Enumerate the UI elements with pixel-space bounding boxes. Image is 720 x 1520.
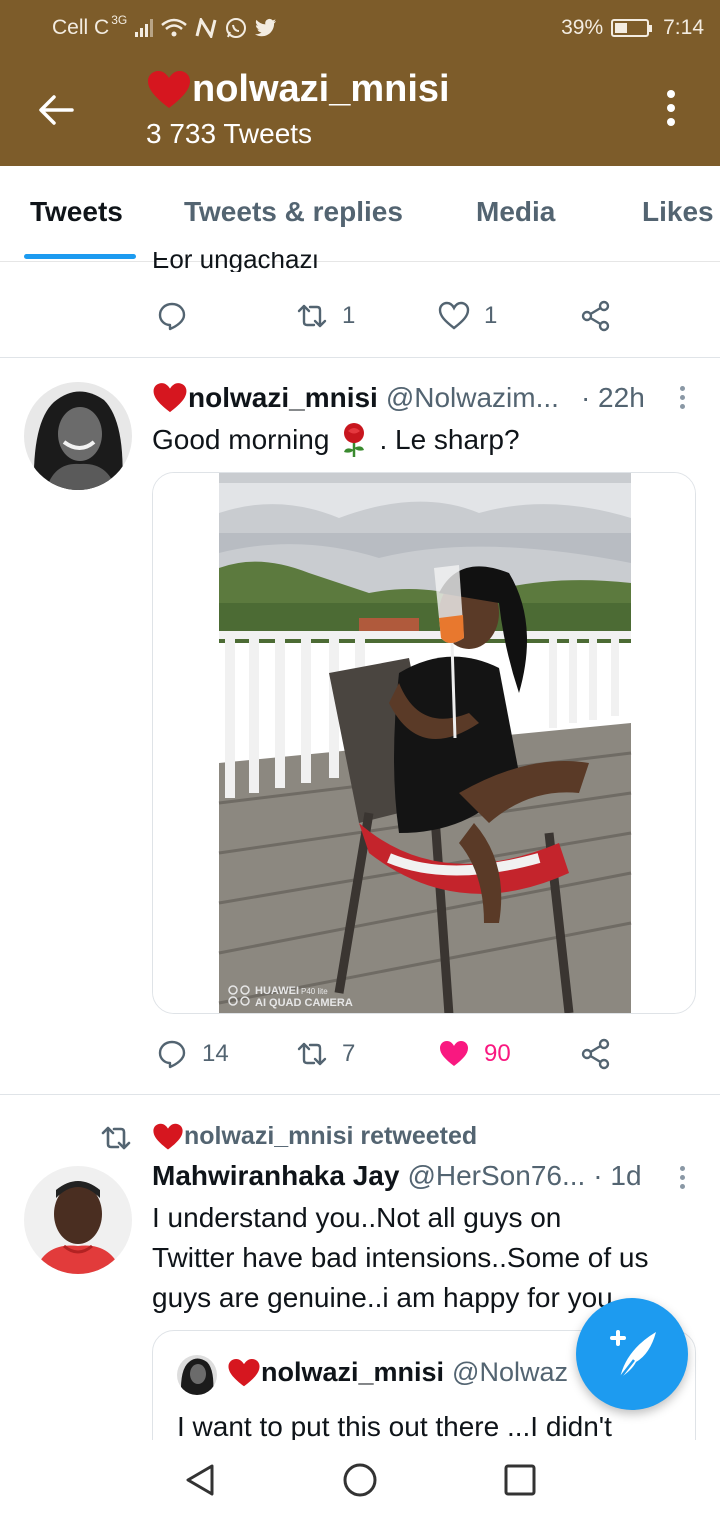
- tab-likes[interactable]: Likes: [642, 196, 714, 228]
- share-button[interactable]: [580, 1038, 612, 1070]
- watermark-brand: HUAWEI: [255, 985, 299, 997]
- profile-tabs: Tweets Tweets & replies Media Likes: [0, 166, 720, 262]
- reply-button[interactable]: 14: [156, 1038, 229, 1070]
- retweet-count: 1: [342, 302, 356, 329]
- back-triangle-icon[interactable]: [182, 1462, 218, 1498]
- share-icon: [581, 1038, 610, 1070]
- tweet-author-name[interactable]: Mahwiranhaka Jay: [152, 1160, 399, 1192]
- tweet-header: nolwazi_mnisi @Nolwazim... · 22h: [152, 382, 645, 414]
- share-icon: [581, 300, 610, 332]
- network-type: 3G: [111, 13, 128, 27]
- tweet-author-handle: @HerSon76...: [407, 1160, 586, 1191]
- signal-icon: [135, 19, 154, 37]
- watermark-model: P40 lite: [301, 987, 328, 996]
- tweet-photo: HUAWEI P40 lite AI QUAD CAMERA: [153, 473, 695, 1013]
- whatsapp-icon: [226, 18, 247, 38]
- wifi-icon: [161, 18, 188, 37]
- system-navigation-bar: [0, 1440, 720, 1520]
- like-count: 90: [484, 1040, 511, 1067]
- home-circle-icon[interactable]: [342, 1462, 378, 1498]
- red-heart-icon: [153, 383, 187, 413]
- rose-icon: [344, 423, 365, 457]
- retweet-count: 7: [342, 1040, 356, 1067]
- retweet-icon: [297, 1042, 327, 1066]
- previous-tweet-text: Eor ungachazi: [152, 252, 319, 272]
- tab-media[interactable]: Media: [476, 196, 555, 228]
- battery-icon: [611, 19, 653, 37]
- heart-outline-icon: [438, 301, 470, 330]
- tweet-actions: 14 7 90: [152, 1038, 622, 1078]
- red-heart-icon: [228, 1358, 260, 1386]
- tweet-media[interactable]: HUAWEI P40 lite AI QUAD CAMERA: [152, 472, 696, 1014]
- carrier-label: Cell C: [52, 16, 110, 39]
- reply-icon: [158, 1040, 186, 1069]
- retweet-label-text: nolwazi_mnisi retweeted: [184, 1122, 478, 1150]
- tweet-author-name[interactable]: nolwazi_mnisi: [188, 382, 378, 414]
- retweet-icon: [297, 304, 327, 328]
- tab-tweets[interactable]: Tweets: [30, 196, 123, 228]
- tweet-time: · 22h: [580, 382, 645, 413]
- avatar-photo: [24, 1166, 132, 1274]
- page-title: nolwazi_mnisi: [146, 68, 450, 111]
- tweet-header: Mahwiranhaka Jay @HerSon76... · 1d: [152, 1160, 642, 1192]
- share-button[interactable]: [580, 300, 612, 332]
- tweet-text-part: Good morning: [152, 424, 330, 455]
- tab-tweets-and-replies[interactable]: Tweets & replies: [184, 196, 403, 228]
- red-heart-icon: [153, 1123, 183, 1150]
- status-bar: Cell C 3G 39% 7:14: [0, 0, 720, 56]
- compose-tweet-button[interactable]: [576, 1298, 688, 1410]
- divider: [0, 357, 720, 358]
- reply-icon: [158, 302, 186, 331]
- twitter-bird-icon: [255, 19, 277, 37]
- heart-filled-icon: [440, 1041, 468, 1066]
- avatar[interactable]: [24, 1166, 132, 1274]
- profile-header: Cell C 3G 39% 7:14 nolwazi_mnisi 3 733 T…: [0, 0, 720, 166]
- quoted-tweet-header: nolwazi_mnisi @Nolwaz: [227, 1357, 568, 1388]
- nfc-icon: [195, 18, 217, 38]
- tweet-text-line: Twitter have bad intensions..Some of us: [152, 1242, 649, 1273]
- tweet-more-icon[interactable]: [680, 386, 686, 412]
- tweet-text: Good morning . Le sharp?: [152, 420, 520, 460]
- tweet-text-line: I understand you..Not all guys on: [152, 1202, 562, 1233]
- quoted-author-handle: @Nolwaz: [452, 1357, 568, 1387]
- tweet-more-icon[interactable]: [680, 1166, 686, 1192]
- retweet-button[interactable]: 1: [296, 300, 355, 332]
- quoted-author-name: nolwazi_mnisi: [261, 1357, 445, 1387]
- tweet-count: 3 733 Tweets: [146, 118, 313, 149]
- avatar[interactable]: [24, 382, 132, 490]
- like-count: 1: [484, 302, 498, 329]
- like-button[interactable]: 90: [438, 1038, 511, 1070]
- tweet-text-part: . Le sharp?: [379, 424, 520, 455]
- like-button[interactable]: 1: [438, 300, 497, 332]
- active-tab-indicator: [24, 254, 136, 259]
- back-arrow-icon[interactable]: [36, 90, 76, 130]
- avatar-photo: [24, 382, 132, 490]
- avatar: [177, 1355, 217, 1395]
- red-heart-icon: [148, 70, 190, 108]
- recents-square-icon[interactable]: [502, 1462, 538, 1498]
- tweet-time: · 1d: [593, 1160, 642, 1191]
- reply-count: 14: [202, 1040, 229, 1067]
- retweeted-icon: [101, 1126, 131, 1150]
- quoted-tweet-text: I want to put this out there ...I didn't: [177, 1411, 612, 1442]
- reply-button[interactable]: [156, 300, 188, 332]
- more-options-icon[interactable]: [664, 90, 678, 130]
- previous-tweet-actions: 1 1: [152, 300, 622, 340]
- tweet-author-handle: @Nolwazim...: [385, 382, 559, 413]
- divider: [0, 1094, 720, 1095]
- watermark-camera: AI QUAD CAMERA: [255, 997, 353, 1009]
- battery-percent: 39%: [561, 16, 604, 39]
- retweeted-by-label[interactable]: nolwazi_mnisi retweeted: [152, 1122, 477, 1151]
- compose-feather-icon: [610, 1330, 656, 1379]
- retweet-button[interactable]: 7: [296, 1038, 355, 1070]
- profile-name: nolwazi_mnisi: [192, 68, 450, 110]
- clock: 7:14: [663, 16, 704, 39]
